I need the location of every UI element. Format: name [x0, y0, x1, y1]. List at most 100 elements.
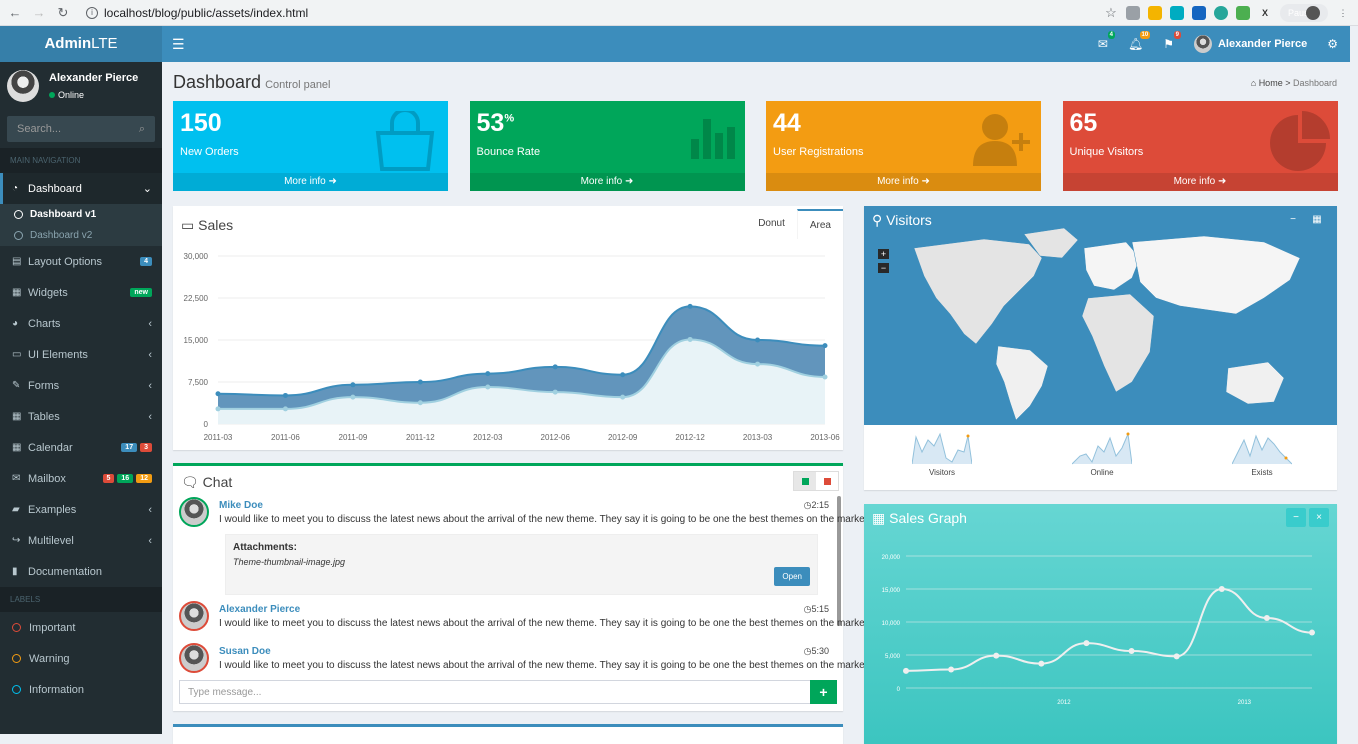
sidebar-item-multilevel[interactable]: ↪ Multilevel ‹ — [0, 525, 162, 556]
sidebar-item-dashboard[interactable]: ◔ Dashboard ⌄ — [0, 173, 162, 204]
extension-icon[interactable] — [1236, 5, 1250, 20]
sidebar-item-widgets[interactable]: ▦ Widgets new — [0, 277, 162, 308]
tasks-flag-icon[interactable]: ⚑ 9 — [1163, 31, 1181, 51]
bookmark-star-icon[interactable]: ☆ — [1104, 5, 1118, 20]
extension-icon[interactable] — [1148, 5, 1162, 20]
sidebar-item-layout-options[interactable]: ▤ Layout Options 4 — [0, 246, 162, 277]
label-important[interactable]: Important — [0, 612, 162, 643]
x-tick-label: 2011-12 — [406, 433, 435, 442]
map-north-america[interactable] — [913, 238, 1043, 345]
profile-paused[interactable]: Paused — [1280, 3, 1328, 22]
user-menu[interactable]: Alexander Pierce — [1193, 35, 1307, 53]
offline-toggle-button[interactable] — [816, 472, 838, 490]
map-africa[interactable] — [1081, 293, 1155, 393]
data-point[interactable] — [1083, 640, 1090, 647]
files-icon: ▤ — [12, 256, 22, 267]
data-point[interactable] — [822, 343, 828, 349]
back-icon[interactable]: ← — [6, 5, 24, 20]
data-point[interactable] — [552, 389, 558, 395]
data-point[interactable] — [903, 667, 909, 674]
data-point[interactable] — [215, 406, 221, 412]
logo[interactable]: AdminLTE — [0, 26, 162, 62]
settings-gears-icon[interactable]: ⚙ — [1327, 37, 1338, 51]
extension-icon[interactable] — [1126, 5, 1140, 20]
data-point[interactable] — [1038, 660, 1045, 667]
sidebar-toggle-icon[interactable]: ☰ — [172, 36, 185, 53]
data-point[interactable] — [620, 394, 626, 400]
breadcrumb-home[interactable]: Home — [1259, 78, 1283, 88]
map-south-america[interactable] — [995, 345, 1049, 421]
more-info-link[interactable]: More info ➜ — [469, 173, 745, 191]
data-point[interactable] — [822, 374, 828, 380]
map-australia[interactable] — [1225, 361, 1285, 405]
map-europe[interactable] — [1083, 241, 1141, 291]
sidebar-item-documentation[interactable]: ▮ Documentation — [0, 556, 162, 587]
data-point[interactable] — [1309, 629, 1315, 636]
data-point[interactable] — [1173, 653, 1180, 660]
extension-icon[interactable]: X — [1258, 6, 1272, 20]
main-header: AdminLTE ☰ ✉ 4 🔔︎ 10 ⚑ 9 Alexander Pierce ⚙ — [0, 26, 1350, 62]
more-info-link[interactable]: More info ➜ — [173, 173, 448, 191]
chat-name[interactable]: Susan Doe — [219, 646, 271, 657]
sidebar-search-input[interactable]: Search... ⌕ — [7, 116, 155, 142]
menu-icon[interactable]: ⋮ — [1336, 6, 1350, 20]
more-info-link[interactable]: More info ➜ — [1062, 173, 1338, 191]
data-point[interactable] — [417, 400, 423, 406]
sidebar-badge: 4 — [140, 257, 152, 266]
data-point[interactable] — [1218, 586, 1225, 592]
sidebar-item-forms[interactable]: ✎ Forms ‹ — [0, 370, 162, 401]
chat-name[interactable]: Alexander Pierce — [219, 604, 300, 615]
sparkline-exists: Exists — [1231, 432, 1293, 477]
tab-donut[interactable]: Donut — [746, 209, 797, 239]
chat-name[interactable]: Mike Doe — [219, 500, 263, 511]
data-point[interactable] — [1128, 648, 1135, 655]
map-asia[interactable] — [1131, 235, 1301, 315]
sidebar-item-tables[interactable]: ▦ Tables ‹ — [0, 401, 162, 432]
extension-icon[interactable] — [1192, 5, 1206, 20]
sidebar-item-calendar[interactable]: ▦ Calendar 17 3 — [0, 432, 162, 463]
sidebar-item-examples[interactable]: ▰ Examples ‹ — [0, 494, 162, 525]
data-point[interactable] — [215, 391, 221, 397]
data-point[interactable] — [755, 361, 761, 367]
data-point[interactable] — [350, 394, 356, 400]
data-point[interactable] — [620, 372, 626, 378]
data-point[interactable] — [350, 382, 356, 388]
label-information[interactable]: Information — [0, 674, 162, 705]
address-bar[interactable]: i localhost/blog/public/assets/index.html — [86, 6, 1104, 20]
remove-button[interactable]: × — [1309, 508, 1329, 527]
sidebar-item-ui-elements[interactable]: ▭ UI Elements ‹ — [0, 339, 162, 370]
submenu-item-dashboard-v1[interactable]: Dashboard v1 — [0, 204, 162, 225]
notifications-bell-icon[interactable]: 🔔︎ 10 — [1128, 31, 1151, 51]
messages-envelope-icon[interactable]: ✉ 4 — [1098, 31, 1115, 51]
data-point[interactable] — [687, 336, 693, 342]
label-warning[interactable]: Warning — [0, 643, 162, 674]
data-point[interactable] — [552, 364, 558, 370]
data-point[interactable] — [282, 406, 288, 412]
sidebar-item-charts[interactable]: ◕ Charts ‹ — [0, 308, 162, 339]
data-point[interactable] — [485, 371, 491, 377]
data-point[interactable] — [1263, 615, 1270, 622]
data-point[interactable] — [485, 384, 491, 390]
chat-message-input[interactable]: Type message... — [179, 680, 811, 704]
sidebar-item-label: Layout Options — [28, 255, 102, 268]
collapse-button[interactable]: − — [1286, 508, 1306, 527]
open-attachment-button[interactable]: Open — [774, 567, 810, 586]
data-point[interactable] — [993, 652, 1000, 659]
extension-icon[interactable] — [1170, 5, 1184, 20]
submenu-item-dashboard-v2[interactable]: Dashboard v2 — [0, 225, 162, 246]
online-toggle-button[interactable] — [794, 472, 816, 490]
data-point[interactable] — [417, 379, 423, 385]
data-point[interactable] — [755, 337, 761, 343]
sidebar-item-mailbox[interactable]: ✉ Mailbox 5 16 12 — [0, 463, 162, 494]
reload-icon[interactable]: ↻ — [54, 5, 72, 21]
user-avatar — [1193, 35, 1212, 53]
forward-icon[interactable]: → — [30, 5, 48, 20]
tab-area[interactable]: Area — [796, 209, 843, 239]
data-point[interactable] — [687, 303, 693, 309]
extension-icon[interactable] — [1214, 5, 1228, 20]
data-point[interactable] — [282, 392, 288, 398]
data-point[interactable] — [948, 666, 955, 673]
search-icon[interactable]: ⌕ — [139, 123, 145, 136]
send-plus-button[interactable]: + — [810, 680, 837, 704]
more-info-link[interactable]: More info ➜ — [766, 173, 1041, 191]
